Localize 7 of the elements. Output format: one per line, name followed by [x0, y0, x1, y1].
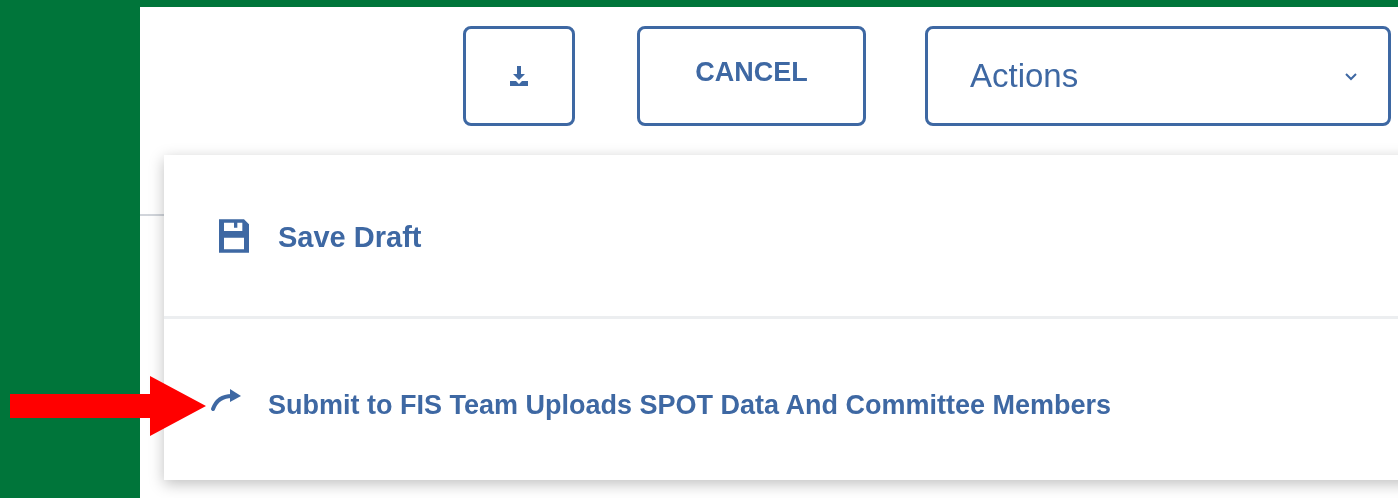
menu-item[interactable]: Submit to FIS Team Uploads SPOT Data And Committee Members: [164, 319, 1398, 480]
download-icon: [507, 64, 531, 88]
download-button[interactable]: [463, 26, 575, 126]
chevron-icon: [1344, 71, 1358, 81]
actions-dropdown[interactable]: Actions: [925, 26, 1391, 126]
menu-item[interactable]: Save Draft: [164, 155, 1398, 319]
cancel-button[interactable]: CANCEL: [637, 26, 866, 126]
